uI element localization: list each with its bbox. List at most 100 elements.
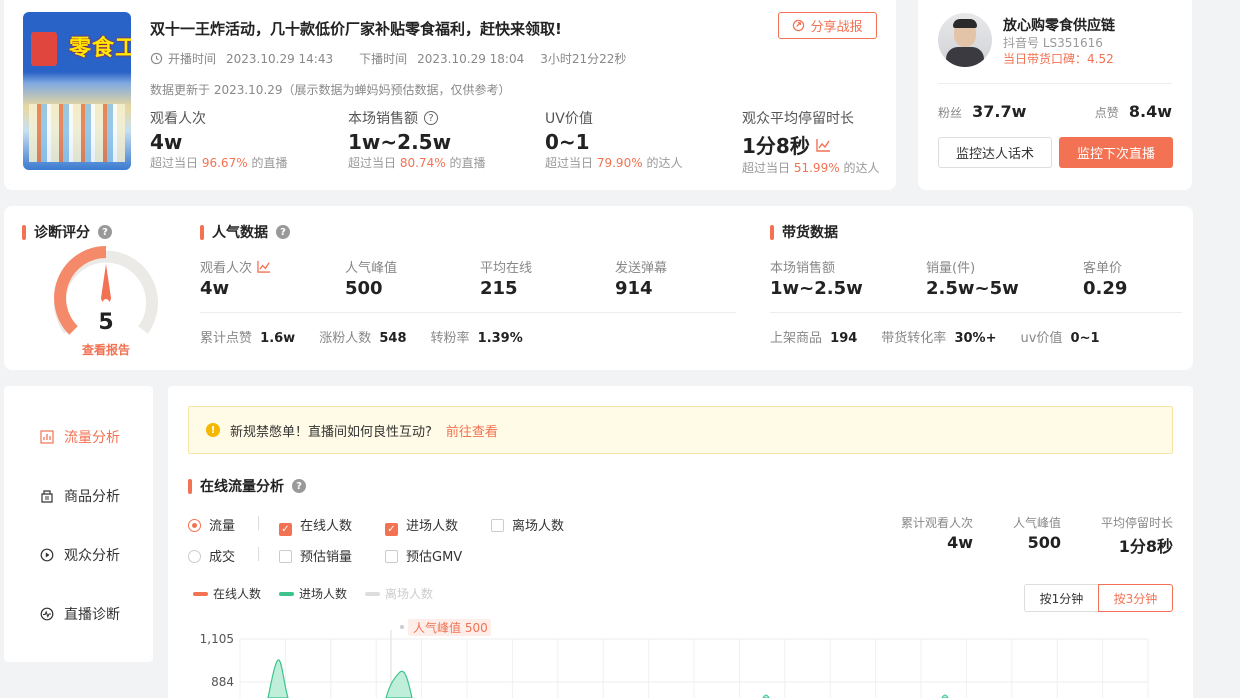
monitor-next-live-button[interactable]: 监控下次直播 — [1059, 137, 1173, 168]
start-label: 开播时间 — [168, 52, 217, 66]
interval-1min-button[interactable]: 按1分钟 — [1024, 584, 1099, 612]
interval-3min-button[interactable]: 按3分钟 — [1098, 584, 1173, 612]
metric-value: 2.5w~5w — [926, 278, 1019, 299]
summary-label: 平均停留时长 — [1100, 516, 1173, 530]
checkbox-icon — [491, 519, 504, 532]
help-icon[interactable]: ? — [424, 111, 438, 125]
divider — [200, 312, 736, 313]
peak-label: 人气峰值 500 — [413, 620, 488, 635]
anchor-card: 放心购零食供应链 抖音号 LS351616 当日带货口碑：4.52 粉丝 37.… — [918, 0, 1192, 190]
share-icon — [793, 19, 805, 32]
cover-sign: 零食工 — [69, 36, 131, 61]
popularity-label: 人气数据 — [212, 225, 268, 241]
option-label: 流量 — [209, 519, 236, 534]
checkbox-icon — [279, 550, 292, 563]
y-tick-label: 884 — [211, 675, 234, 689]
diagnosis-label: 诊断评分 — [34, 225, 90, 241]
radio-deal[interactable]: 成交 — [188, 546, 235, 565]
chart-legend: 在线人数 进场人数 离场人数 — [193, 585, 433, 602]
sub-value: 0~1 — [1070, 331, 1100, 346]
anchor-name[interactable]: 放心购零食供应链 — [1003, 15, 1115, 35]
sidebar-item-audience[interactable]: 观众分析 — [40, 545, 120, 565]
radio-flow[interactable]: 流量 — [188, 515, 235, 534]
divider — [770, 312, 1182, 313]
metric-label: 销量(件) — [926, 261, 976, 276]
sub-label: 涨粉人数 — [319, 331, 372, 346]
sub-label: 累计点赞 — [200, 331, 253, 346]
metric-label: 客单价 — [1083, 261, 1123, 276]
legend-label: 离场人数 — [385, 587, 434, 601]
summary-value: 4w — [947, 533, 973, 552]
checkbox-leave[interactable]: 离场人数 — [491, 515, 564, 534]
divider — [938, 83, 1172, 84]
traffic-title: 在线流量分析 ? — [188, 476, 306, 496]
metric-value: 4w — [200, 278, 230, 299]
bar-chart-icon — [40, 430, 54, 444]
metric-label: 本场销售额 — [770, 261, 836, 276]
checkbox-est-sales[interactable]: 预估销量 — [279, 546, 352, 565]
trend-chart-icon[interactable] — [816, 138, 831, 152]
live-stat: 本场销售额? 1w~2.5w 超过当日 80.74% 的直播 — [348, 108, 538, 171]
stat-label: UV价值 — [545, 111, 593, 127]
help-icon[interactable]: ? — [276, 225, 290, 239]
legend-label: 在线人数 — [213, 587, 262, 601]
share-report-button[interactable]: 分享战报 — [778, 12, 877, 39]
sub-value: 1.39% — [477, 331, 523, 346]
notice-link[interactable]: 前往查看 — [446, 421, 498, 440]
data-overview-card: 诊断评分 ? 5 查看报告 人气数据 ? 观看人次 4w 人气峰值 500 平均… — [4, 206, 1193, 370]
view-report-link[interactable]: 查看报告 — [72, 341, 140, 358]
avatar[interactable] — [938, 13, 992, 67]
stat-suffix: 的直播 — [449, 156, 486, 170]
metric-value: 500 — [345, 278, 383, 299]
radio-icon — [188, 550, 201, 563]
help-icon[interactable]: ? — [98, 225, 112, 239]
stat-pct: 96.67% — [201, 156, 248, 170]
stat-value: 1分8秒 — [742, 134, 810, 158]
legend-label: 进场人数 — [299, 587, 348, 601]
checkbox-enter[interactable]: ✓ 进场人数 — [385, 515, 458, 536]
sales-metric: 本场销售额 1w~2.5w — [770, 257, 863, 299]
metric-value: 1w~2.5w — [770, 278, 863, 299]
summary-stat: 人气峰值 500 — [1013, 514, 1061, 552]
clock-icon — [150, 52, 163, 65]
traffic-chart: 1,105 884 人气峰值 500 — [200, 619, 1149, 698]
summary-value: 1分8秒 — [1118, 537, 1173, 556]
checkbox-icon — [385, 550, 398, 563]
sidebar-item-goods[interactable]: 商品分析 — [40, 486, 120, 506]
checkbox-online[interactable]: ✓ 在线人数 — [279, 515, 352, 536]
metric-value: 914 — [615, 278, 653, 299]
sidebar-item-traffic[interactable]: 流量分析 — [40, 427, 120, 447]
pop-sub-row: 累计点赞 1.6w 涨粉人数 548 转粉率 1.39% — [200, 327, 523, 346]
gauge-needle — [101, 264, 111, 303]
sub-value: 548 — [379, 331, 407, 346]
popularity-title: 人气数据 ? — [200, 222, 290, 242]
fans-label: 粉丝 — [938, 106, 963, 120]
sidebar-item-diagnosis[interactable]: 直播诊断 — [40, 604, 120, 624]
help-icon[interactable]: ? — [292, 479, 306, 493]
live-cover[interactable]: 零食工 — [23, 12, 131, 170]
stat-suffix: 的达人 — [843, 161, 880, 175]
monitor-script-button[interactable]: 监控达人话术 — [938, 137, 1052, 168]
legend-item-enter[interactable]: 进场人数 — [279, 585, 347, 602]
live-title: 双十一王炸活动，几十款低价厂家补贴零食福利，赶快来领取! — [150, 20, 562, 38]
summary-label: 累计观看人次 — [900, 516, 973, 530]
check-icon: ✓ — [279, 523, 292, 536]
sub-value: 1.6w — [260, 331, 296, 346]
live-stat: UV价值 0~1 超过当日 79.90% 的达人 — [545, 108, 735, 171]
option-label: 在线人数 — [300, 519, 353, 534]
legend-item-online[interactable]: 在线人数 — [193, 585, 261, 602]
live-time-row: 开播时间 2023.10.29 14:43 下播时间 2023.10.29 18… — [150, 50, 626, 67]
trend-chart-icon[interactable] — [257, 260, 271, 273]
play-circle-icon — [40, 548, 54, 562]
enter-series-area — [385, 670, 413, 698]
legend-item-leave[interactable]: 离场人数 — [365, 585, 433, 602]
option-label: 成交 — [209, 550, 236, 565]
likes-value: 8.4w — [1128, 102, 1172, 121]
option-separator — [258, 516, 259, 530]
sales-label: 带货数据 — [782, 225, 838, 241]
checkbox-est-gmv[interactable]: 预估GMV — [385, 546, 462, 565]
end-time: 2023.10.29 18:04 — [417, 51, 525, 66]
pop-metric: 观看人次 4w — [200, 257, 271, 299]
sales-metric: 销量(件) 2.5w~5w — [926, 257, 1019, 299]
sales-title: 带货数据 — [770, 222, 838, 242]
